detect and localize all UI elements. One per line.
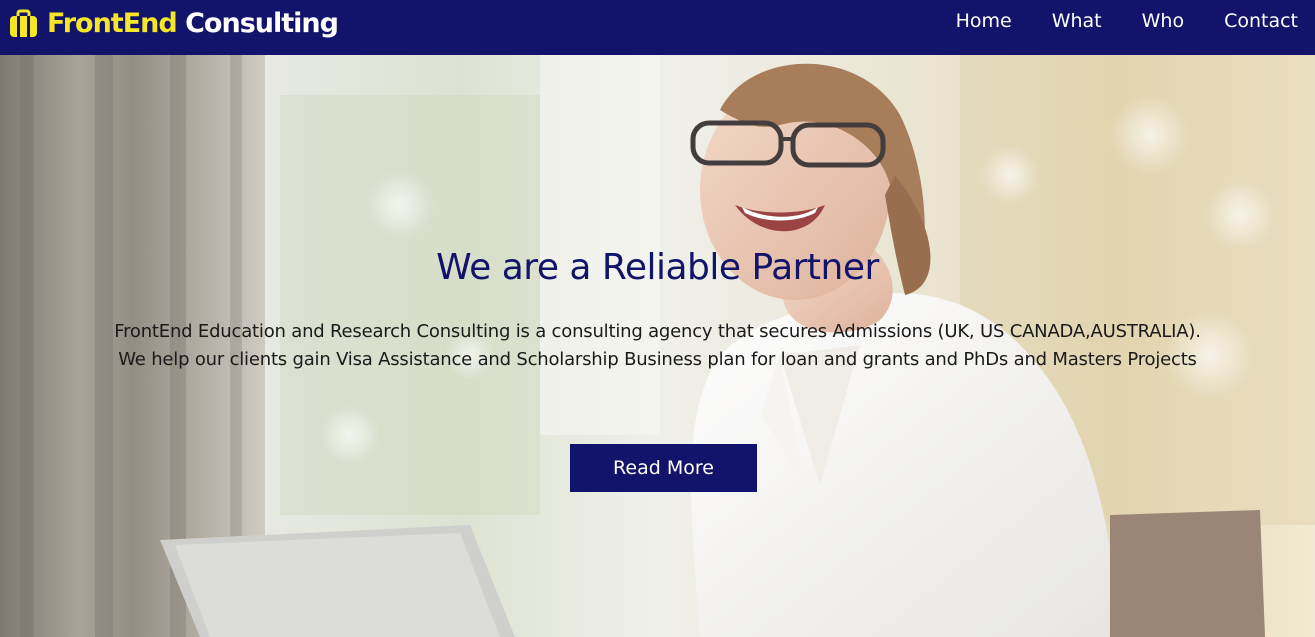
briefcase-icon — [10, 9, 37, 37]
hero-title: We are a Reliable Partner — [436, 247, 879, 288]
top-navbar: FrontEnd Consulting Home What Who Contac… — [0, 0, 1315, 55]
nav-link-home[interactable]: Home — [956, 10, 1012, 32]
hero-description-line2: We help our clients gain Visa Assistance… — [118, 349, 1197, 370]
nav-link-what[interactable]: What — [1052, 10, 1102, 32]
hero-description-line1: FrontEnd Education and Research Consulti… — [114, 321, 1201, 342]
hero-description: FrontEnd Education and Research Consulti… — [30, 318, 1285, 374]
brand-name: FrontEnd Consulting — [47, 7, 339, 39]
brand-name-part1: FrontEnd — [47, 7, 178, 39]
brand-name-part2: Consulting — [185, 7, 339, 39]
read-more-button[interactable]: Read More — [570, 444, 757, 492]
hero-section: We are a Reliable Partner FrontEnd Educa… — [0, 55, 1315, 637]
brand-logo[interactable]: FrontEnd Consulting — [8, 6, 339, 40]
nav-link-contact[interactable]: Contact — [1224, 10, 1298, 32]
nav-links: Home What Who Contact — [916, 10, 1298, 32]
nav-link-who[interactable]: Who — [1142, 10, 1184, 32]
